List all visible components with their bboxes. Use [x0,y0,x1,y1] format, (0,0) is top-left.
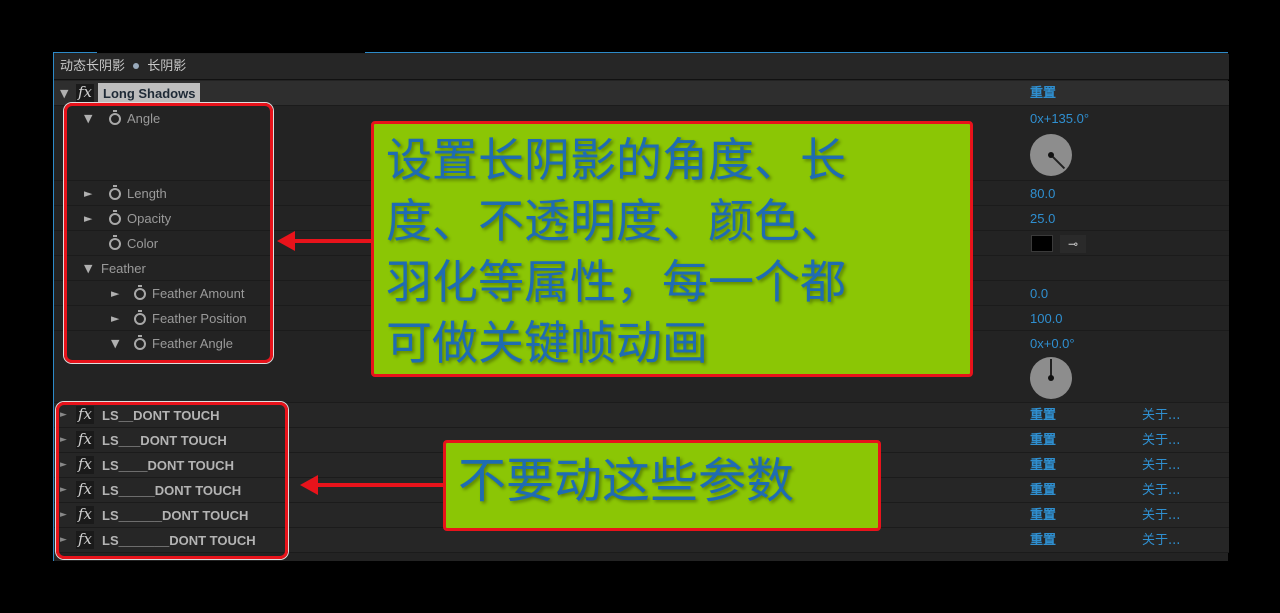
feather-amount-value[interactable]: 0.0 [1030,281,1048,306]
dial-center [1048,375,1054,381]
arrow-line [315,483,447,487]
callout-line: 设置长阴影的角度、长 [386,133,846,187]
angle-dial[interactable] [1030,134,1072,176]
fx-toggle-icon[interactable]: fx [76,84,94,102]
highlight-box-properties [64,103,273,363]
collapse-triangle-icon[interactable]: ▼ [60,81,68,106]
dial-center [1048,152,1054,158]
callout-line: 羽化等属性，每一个都 [386,255,846,309]
feather-angle-dial[interactable] [1030,357,1072,399]
about-button[interactable]: 关于... [1142,428,1180,453]
about-button[interactable]: 关于... [1142,528,1180,553]
feather-angle-value[interactable]: 0x+0.0° [1030,331,1075,356]
about-button[interactable]: 关于... [1142,478,1180,503]
reset-button[interactable]: 重置 [1030,81,1056,106]
angle-value[interactable]: 0x+135.0° [1030,106,1089,131]
separator-dot [133,62,140,69]
about-button[interactable]: 关于... [1142,453,1180,478]
about-button[interactable]: 关于... [1142,503,1180,528]
about-button[interactable]: 关于... [1142,403,1180,428]
reset-button[interactable]: 重置 [1030,528,1056,553]
eyedropper-icon[interactable]: ⊸ [1060,235,1086,253]
reset-button[interactable]: 重置 [1030,478,1056,503]
callout-line: 可做关键帧动画 [386,316,708,370]
layer-name: 长阴影 [147,59,187,74]
length-value[interactable]: 80.0 [1030,181,1055,206]
callout-properties-note: 设置长阴影的角度、长 度、不透明度、颜色、 羽化等属性，每一个都 可做关键帧动画 [371,121,973,377]
reset-button[interactable]: 重置 [1030,403,1056,428]
reset-button[interactable]: 重置 [1030,428,1056,453]
reset-button[interactable]: 重置 [1030,503,1056,528]
arrow-line [292,239,374,243]
color-swatch[interactable] [1031,235,1053,252]
callout-line: 度、不透明度、颜色、 [386,194,846,248]
opacity-value[interactable]: 25.0 [1030,206,1055,231]
reset-button[interactable]: 重置 [1030,453,1056,478]
effect-name[interactable]: Long Shadows [98,83,201,104]
composition-name: 动态长阴影 [60,59,126,74]
callout-text: 不要动这些参数 [458,453,795,509]
panel-header: 动态长阴影 长阴影 [54,54,1229,80]
highlight-box-ls-effects [56,402,288,559]
callout-dont-touch-note: 不要动这些参数 [443,440,881,531]
feather-position-value[interactable]: 100.0 [1030,306,1063,331]
